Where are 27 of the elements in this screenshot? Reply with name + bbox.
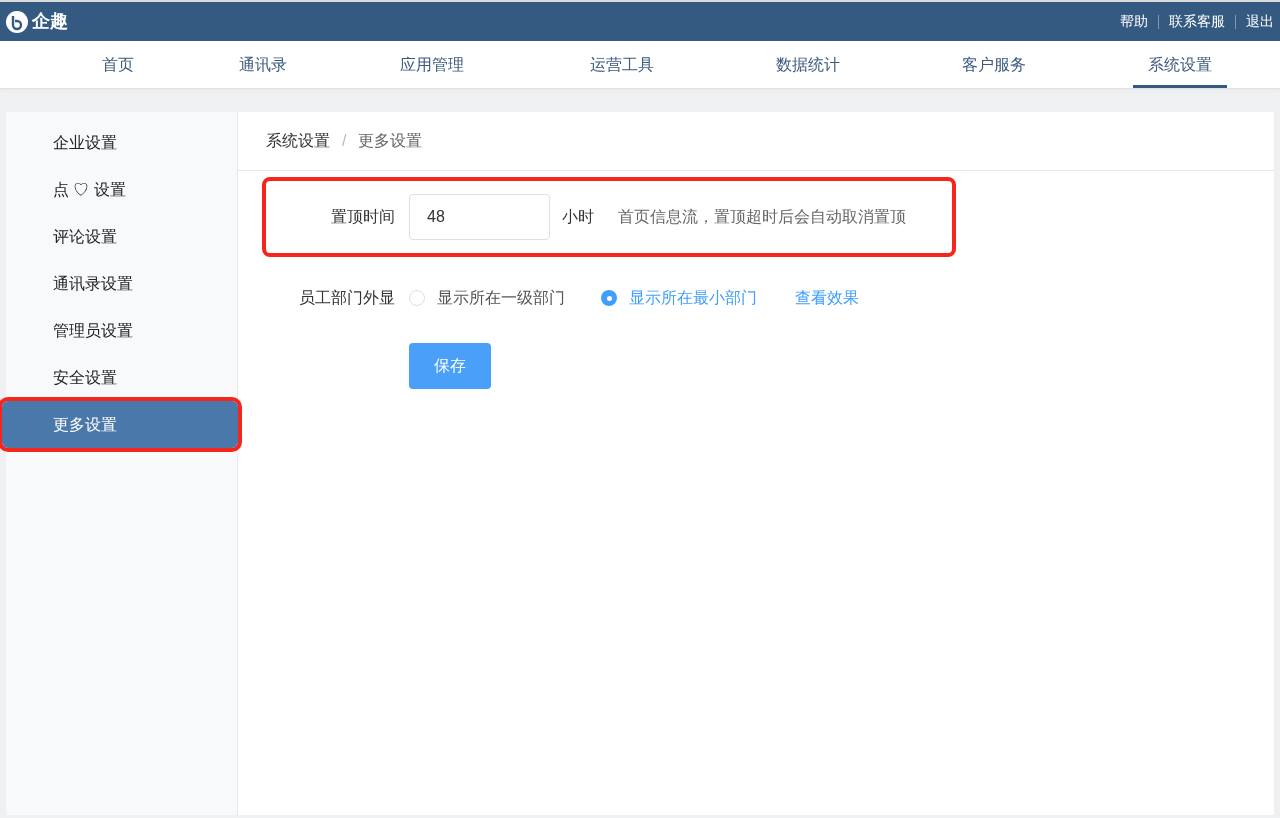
nav-tab[interactable]: 运营工具 — [590, 41, 654, 88]
radio-option[interactable]: 显示所在一级部门 — [409, 286, 565, 310]
header-link[interactable]: 帮助 — [1120, 11, 1148, 32]
pin-time-input[interactable]: 48 — [409, 194, 550, 240]
field-label: 置顶时间 — [330, 207, 395, 227]
nav-tab[interactable]: 客户服务 — [962, 41, 1026, 88]
nav-tab[interactable]: 数据统计 — [776, 41, 840, 88]
hint-text: 首页信息流，置顶超时后会自动取消置顶 — [618, 207, 906, 227]
nav-tab[interactable]: 系统设置 — [1133, 41, 1227, 88]
sidebar-item[interactable]: 安全设置 — [6, 354, 237, 401]
nav-tab[interactable]: 应用管理 — [400, 41, 464, 88]
field-label: 员工部门外显 — [298, 288, 395, 308]
sidebar-item[interactable]: 管理员设置 — [6, 307, 237, 354]
nav-tab[interactable]: 首页 — [102, 41, 134, 88]
sidebar-item[interactable]: 通讯录设置 — [6, 260, 237, 307]
sidebar-item[interactable]: 点 ♡ 设置 — [6, 166, 237, 213]
breadcrumb-item: 更多设置 — [358, 131, 423, 151]
breadcrumb-separator: / — [342, 131, 347, 151]
breadcrumb-item[interactable]: 系统设置 — [266, 129, 330, 153]
sidebar-item[interactable]: 评论设置 — [6, 213, 237, 260]
header-link[interactable]: 退出 — [1246, 11, 1274, 32]
nav-tab[interactable]: 通讯录 — [239, 41, 287, 88]
logo-text: 企趣 — [32, 10, 68, 33]
logo-icon — [6, 10, 28, 33]
unit-label: 小时 — [562, 207, 594, 227]
header-link[interactable]: 联系客服 — [1169, 11, 1225, 32]
sidebar-item[interactable]: 企业设置 — [6, 119, 237, 166]
